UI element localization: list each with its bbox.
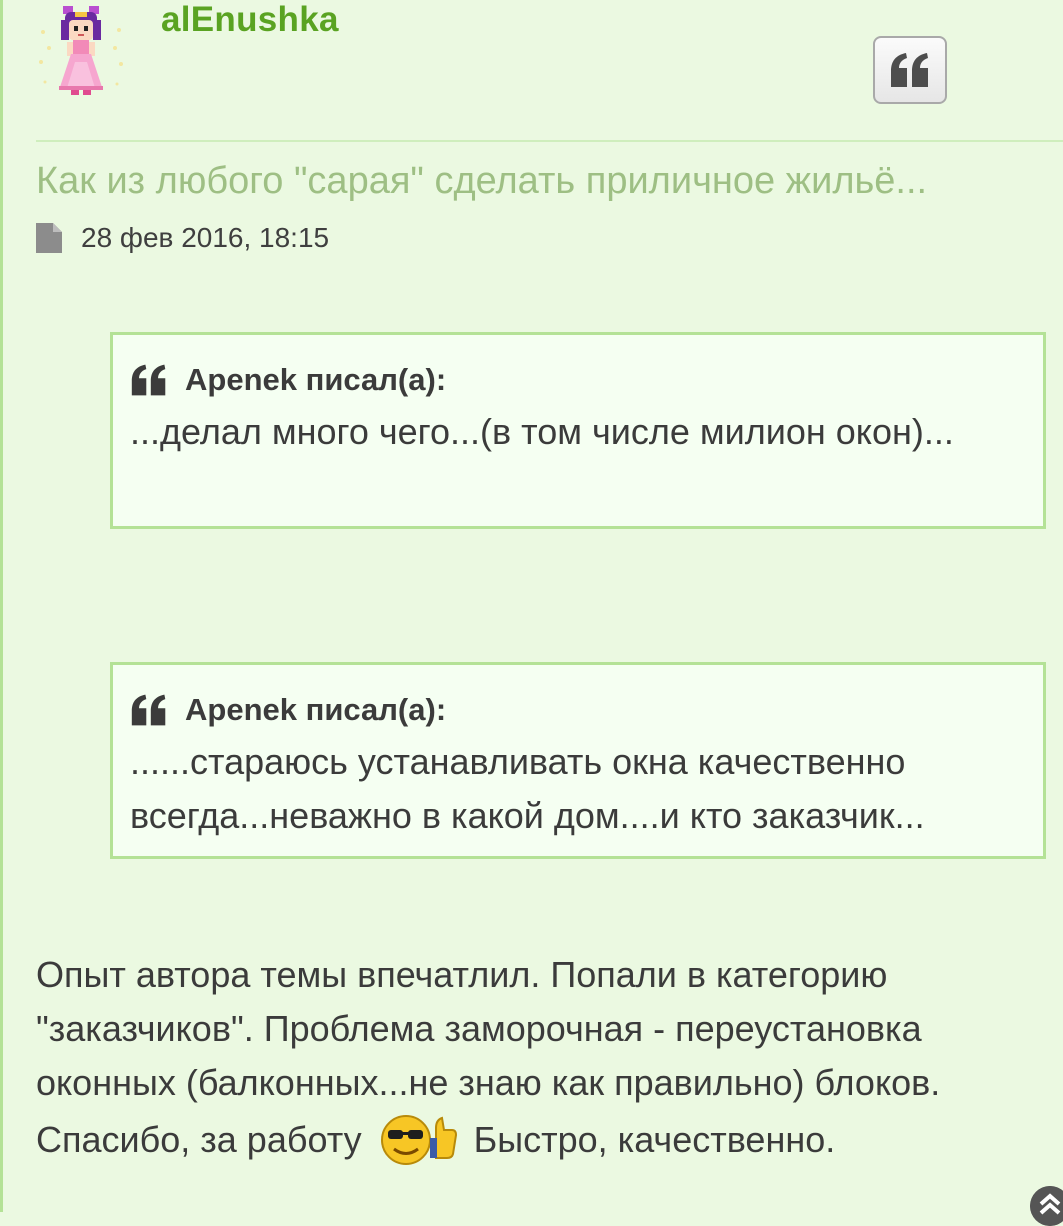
post-body: Опыт автора темы впечатлил. Попали в кат… <box>36 948 1063 1167</box>
quote-text: ...делал много чего...(в том числе милио… <box>130 411 954 452</box>
cool-thumbs-up-smiley <box>380 1115 457 1165</box>
quote-author: Apenek писал(а): <box>185 692 447 727</box>
quote-icon <box>131 364 166 396</box>
username[interactable]: alEnushka <box>161 0 339 40</box>
quote-button[interactable] <box>873 36 947 104</box>
quote-author: Apenek писал(а): <box>185 362 447 397</box>
topic-title[interactable]: Как из любого "сарая" сделать приличное … <box>36 160 927 203</box>
file-icon <box>36 223 62 253</box>
quote-header: Apenek писал(а): <box>130 355 1027 405</box>
user-avatar[interactable] <box>37 2 125 100</box>
post-body-text-end: Быстро, качественно. <box>473 1119 836 1160</box>
quote-text: ......стараюсь устанавливать окна качест… <box>130 741 925 836</box>
scroll-to-top-button[interactable] <box>1030 1186 1063 1226</box>
quote-block: Apenek писал(а): ...делал много чего...(… <box>110 332 1046 529</box>
forum-post: alEnushka Как из любого "сарая" сделать … <box>0 0 1063 1226</box>
quote-icon <box>131 694 166 726</box>
post-date[interactable]: 28 фев 2016, 18:15 <box>81 222 329 254</box>
header-separator <box>36 140 1063 142</box>
quote-header: Apenek писал(а): <box>130 685 1027 735</box>
post-date-row: 28 фев 2016, 18:15 <box>36 222 329 254</box>
quote-icon <box>891 53 928 87</box>
quote-block: Apenek писал(а): ......стараюсь устанавл… <box>110 662 1046 859</box>
